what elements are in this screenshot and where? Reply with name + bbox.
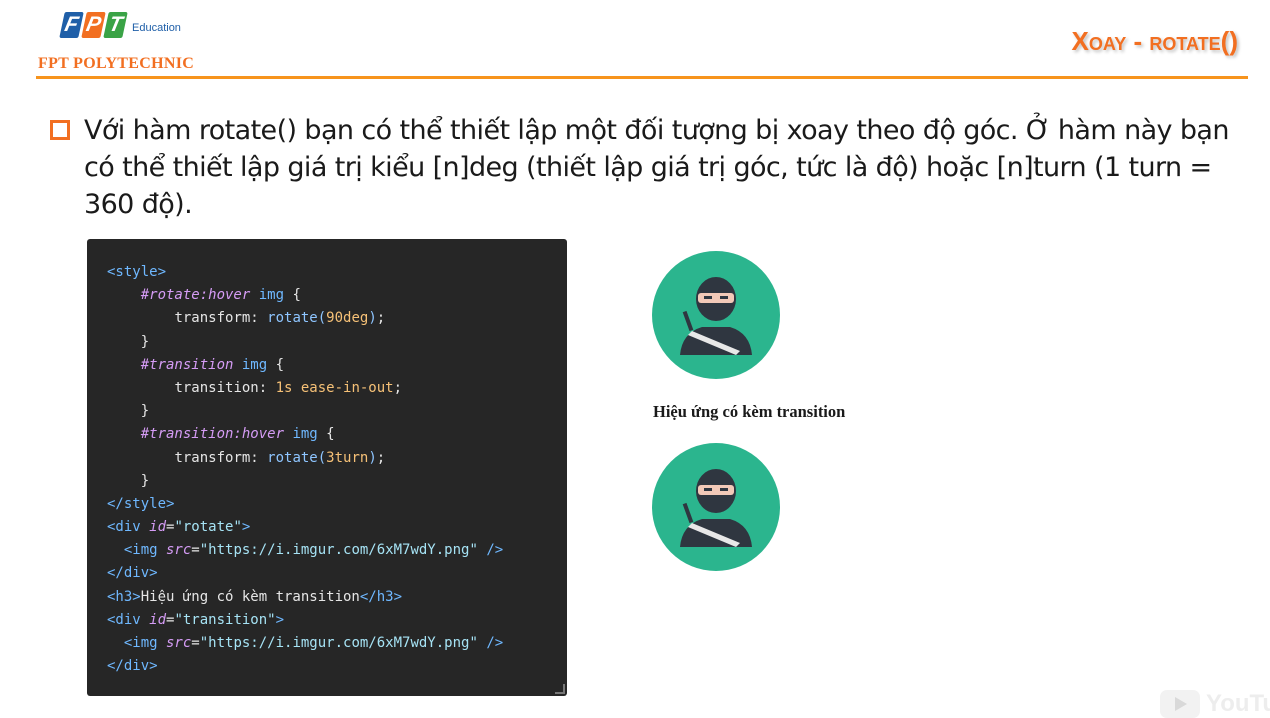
code-token: > (241, 519, 251, 536)
code-token: <h3> (107, 588, 141, 605)
code-token: ) (368, 449, 377, 466)
code-token: transition: (174, 379, 276, 396)
code-line: <div id="rotate"> (107, 516, 567, 539)
code-token: src (157, 635, 192, 651)
logo-tagline: Education (132, 22, 181, 34)
code-token: = (191, 542, 200, 559)
code-line: <style> (107, 261, 567, 284)
code-token: </div> (107, 658, 158, 675)
logo-letter-p: P (81, 12, 106, 38)
code-token: "transition" (174, 611, 276, 628)
code-token: } (107, 333, 150, 350)
code-token: /> (477, 542, 504, 559)
code-line: #transition img { (107, 354, 567, 377)
code-token: "rotate" (174, 519, 242, 536)
code-token: 1s ease-in-out (275, 379, 394, 396)
code-token: id (140, 611, 167, 628)
code-line: #rotate:hover img { (107, 284, 567, 307)
code-token: } (107, 403, 150, 420)
code-line: transform: rotate(90deg); (107, 307, 567, 330)
header-divider (36, 76, 1248, 79)
code-block: <style> #rotate:hover img { transform: r… (87, 239, 567, 696)
code-token: #transition (140, 356, 234, 373)
code-token: id (140, 519, 167, 536)
code-token: } (107, 472, 150, 489)
code-token: </h3> (359, 588, 403, 605)
code-token: 3turn (326, 449, 369, 466)
code-line: </div> (107, 655, 567, 678)
ninja-avatar-rotate[interactable] (652, 251, 780, 379)
code-token: ; (376, 449, 386, 466)
code-token: Hiệu ứng có kèm transition (140, 588, 360, 605)
checkbox-bullet-icon (50, 120, 70, 140)
code-token: #rotate:hover (140, 287, 251, 304)
code-token: { (267, 356, 285, 373)
code-token: ; (376, 310, 386, 327)
code-line: <div id="transition"> (107, 609, 567, 632)
slide-title: Xoay - rotate() (1071, 26, 1238, 56)
code-line: } (107, 400, 567, 423)
code-token: transform: (174, 310, 268, 327)
school-name: FPT POLYTECHNIC (38, 55, 195, 72)
code-token: <img (123, 542, 158, 559)
code-token: "https://i.imgur.com/6xM7wdY.png" (199, 635, 478, 651)
code-token: > (275, 611, 285, 628)
logo-letter-f: F (59, 12, 84, 38)
code-token: = (191, 635, 200, 651)
code-token: rotate( (267, 449, 327, 466)
code-line: transition: 1s ease-in-out; (107, 377, 567, 400)
code-token: { (317, 426, 335, 443)
logo-letter-t: T (103, 12, 128, 38)
resize-handle-icon[interactable] (555, 684, 565, 694)
code-token: img (233, 356, 268, 373)
code-token: ; (393, 379, 403, 396)
code-token: </div> (107, 565, 158, 582)
bullet-text: Với hàm rotate() bạn có thể thiết lập mộ… (84, 115, 1229, 220)
code-line: <img src="https://i.imgur.com/6xM7wdY.pn… (107, 632, 567, 655)
code-token: img (284, 426, 318, 443)
code-line: </div> (107, 562, 567, 585)
code-token: </style> (107, 495, 175, 512)
fpt-logo: F P T Education (59, 12, 181, 38)
code-line: <img src="https://i.imgur.com/6xM7wdY.pn… (107, 539, 567, 562)
code-token: <img (123, 635, 158, 651)
bullet-point: Với hàm rotate() bạn có thể thiết lập mộ… (50, 112, 1250, 223)
logo-letters: F P T (59, 12, 128, 38)
code-token: "https://i.imgur.com/6xM7wdY.png" (199, 542, 478, 559)
code-line: } (107, 470, 567, 493)
slide-header: F P T Education FPT POLYTECHNIC Xoay - r… (0, 0, 1270, 82)
code-line: <h3>Hiệu ứng có kèm transition</h3> (107, 586, 567, 609)
code-line: </style> (107, 493, 567, 516)
code-token: transform: (174, 449, 268, 466)
code-token: <style> (107, 264, 167, 280)
code-line: #transition:hover img { (107, 423, 567, 446)
code-token: /> (477, 635, 504, 651)
code-token: { (284, 287, 301, 304)
code-token: <div (107, 611, 141, 628)
code-lines: <style> #rotate:hover img { transform: r… (107, 261, 567, 678)
code-token: 90deg (326, 310, 369, 327)
code-token: ) (368, 310, 377, 327)
demo-heading: Hiệu ứng có kèm transition (653, 402, 846, 421)
code-line: } (107, 331, 567, 354)
code-token: src (157, 542, 192, 559)
ninja-avatar-transition[interactable] (652, 443, 780, 571)
code-token: <div (107, 519, 141, 536)
code-token: #transition:hover (140, 426, 285, 443)
code-line: transform: rotate(3turn); (107, 447, 567, 470)
code-token: img (250, 287, 285, 304)
code-token: rotate( (267, 310, 327, 327)
